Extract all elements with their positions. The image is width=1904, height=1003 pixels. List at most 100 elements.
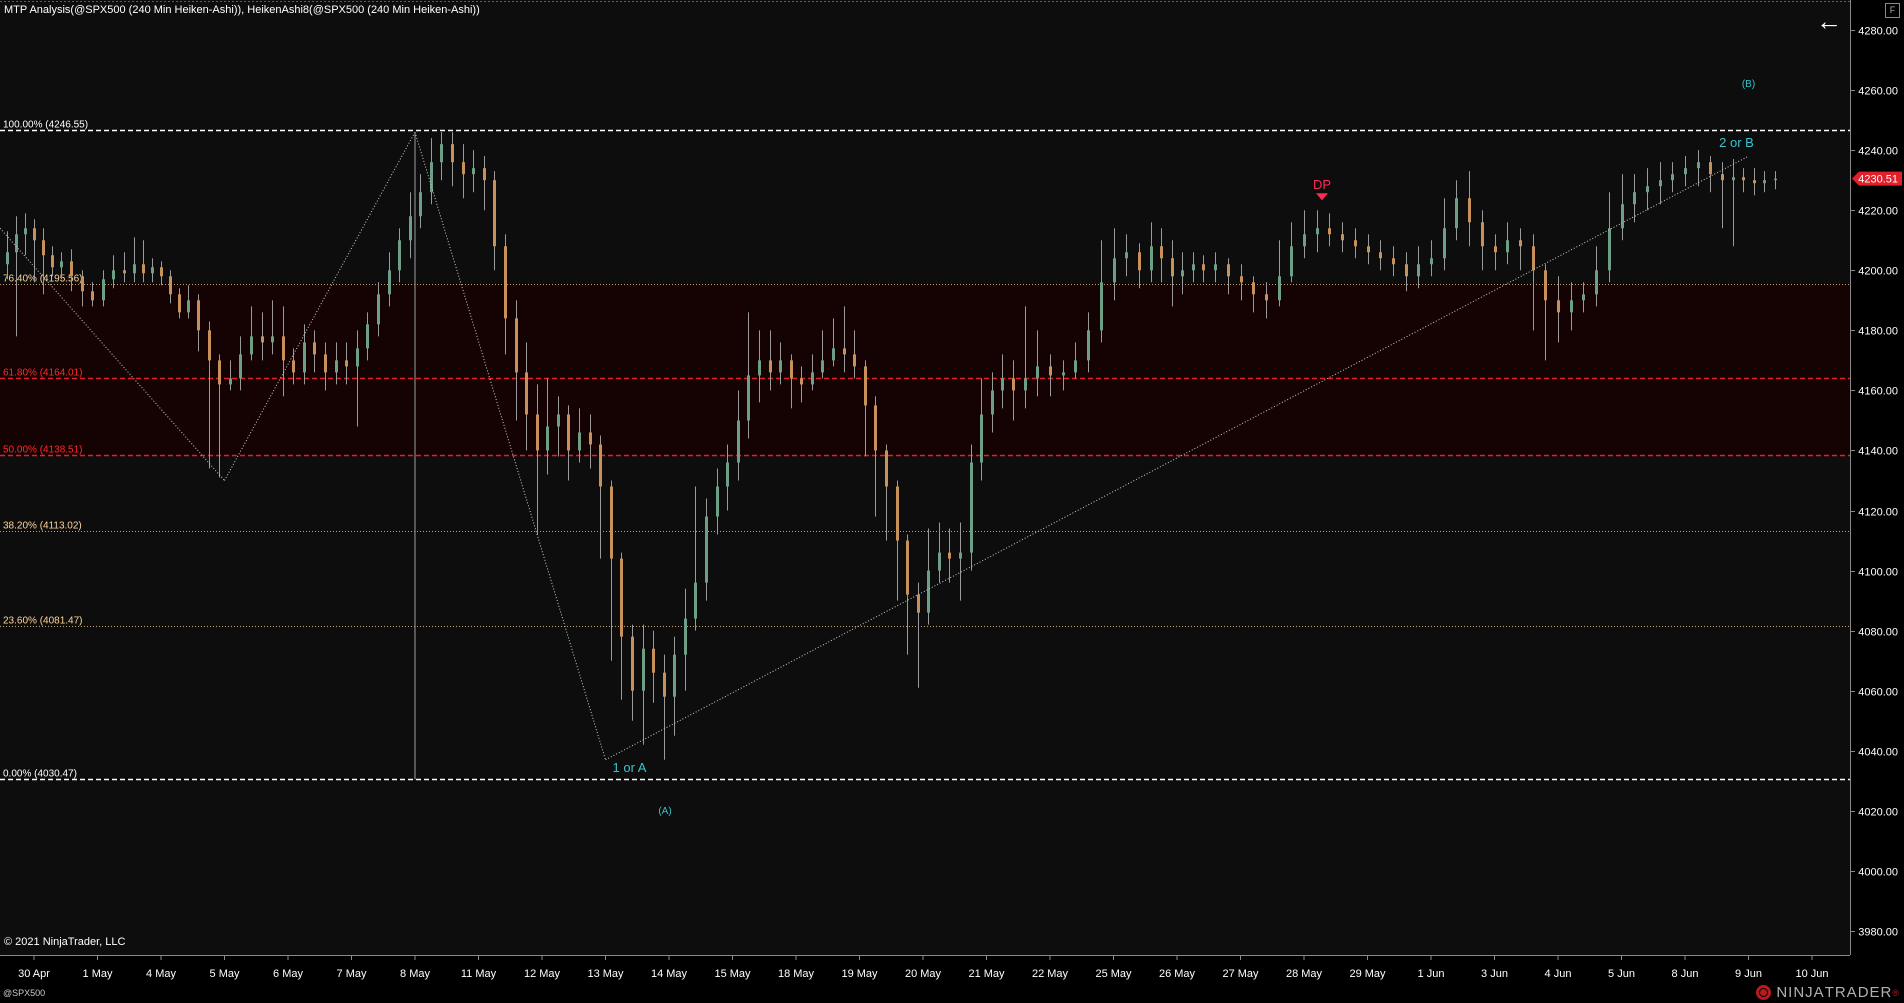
candle-body-45 [462, 162, 465, 175]
candle-body-49 [504, 246, 507, 319]
candle-body-107 [1138, 252, 1141, 271]
y-tick-label-0: 3980.00 [1858, 927, 1898, 939]
candle-body-156 [1742, 177, 1745, 181]
candle-body-152 [1697, 162, 1700, 169]
candle-body-142 [1570, 300, 1573, 313]
candle-body-71 [737, 420, 740, 463]
candle-body-25 [250, 336, 253, 355]
candle-body-96 [1001, 378, 1004, 391]
candle-body-5 [51, 255, 54, 268]
candle-body-115 [1227, 264, 1230, 277]
candle-body-79 [821, 360, 824, 373]
candle-body-32 [324, 354, 327, 373]
copyright-text: © 2021 NinjaTrader, LLC [4, 936, 126, 948]
candle-body-125 [1354, 240, 1357, 247]
candle-body-122 [1316, 228, 1319, 235]
candle-body-62 [642, 648, 645, 691]
candle-body-116 [1240, 276, 1243, 283]
candle-body-48 [493, 180, 496, 247]
x-tick-label-0: 30 Apr [18, 968, 50, 980]
x-tick-label-2: 4 May [146, 968, 176, 980]
candle-body-29 [292, 360, 295, 373]
candle-body-14 [142, 264, 145, 274]
candle-body-99 [1036, 366, 1039, 379]
candle-body-128 [1392, 258, 1395, 265]
candle-body-80 [832, 348, 835, 361]
candle-body-141 [1557, 300, 1560, 313]
candle-body-19 [187, 300, 190, 313]
candle-body-24 [239, 354, 242, 379]
candle-body-31 [313, 342, 316, 355]
candle-body-82 [853, 354, 856, 367]
candle-body-124 [1341, 234, 1344, 241]
annotation-0: (B) [1742, 79, 1755, 90]
candle-body-28 [282, 336, 285, 361]
x-tick-label-24: 4 Jun [1545, 968, 1572, 980]
plot-area[interactable] [0, 0, 1850, 955]
candle-body-38 [388, 270, 391, 295]
candle-body-123 [1328, 228, 1331, 235]
candle-body-106 [1125, 252, 1128, 259]
candle-body-63 [652, 648, 655, 673]
candle-body-41 [419, 192, 422, 217]
candle-body-8 [81, 276, 84, 292]
candle-body-75 [779, 360, 782, 373]
chart-menu-button[interactable]: F [1885, 3, 1900, 18]
candle-body-121 [1303, 234, 1306, 247]
x-tick-label-25: 5 Jun [1608, 968, 1635, 980]
x-tick-label-5: 7 May [337, 968, 367, 980]
candle-body-104 [1100, 282, 1103, 331]
candle-body-155 [1732, 177, 1735, 181]
y-tick-label-10: 4180.00 [1858, 326, 1898, 338]
y-tick-label-6: 4100.00 [1858, 567, 1898, 579]
candle-body-78 [811, 372, 814, 385]
y-tick-label-11: 4200.00 [1858, 266, 1898, 278]
y-tick-label-7: 4120.00 [1858, 507, 1898, 519]
candle-body-119 [1278, 276, 1281, 301]
candle-body-92 [959, 552, 962, 559]
candle-body-3 [33, 228, 36, 241]
candle-body-33 [335, 360, 338, 373]
candle-body-21 [208, 330, 211, 361]
candle-body-145 [1608, 228, 1611, 271]
candle-body-139 [1532, 246, 1535, 271]
candle-body-16 [160, 267, 163, 277]
candle-body-120 [1290, 246, 1293, 277]
candle-body-58 [599, 444, 602, 487]
candle-body-39 [398, 240, 401, 271]
candle-body-118 [1265, 294, 1268, 301]
price-chart[interactable]: 100.00% (4246.55)76.40% (4195.56)61.80% … [0, 0, 1904, 1003]
candle-body-43 [440, 144, 443, 163]
candle-body-60 [620, 558, 623, 637]
candle-body-65 [673, 654, 676, 697]
x-tick-label-20: 28 May [1286, 968, 1323, 980]
left-arrow-icon[interactable]: ← [1816, 8, 1842, 34]
x-tick-label-7: 11 May [461, 968, 497, 980]
candle-body-36 [366, 324, 369, 349]
candle-body-84 [874, 405, 877, 451]
y-tick-label-13: 4240.00 [1858, 146, 1898, 158]
candle-body-47 [483, 168, 486, 181]
candle-body-110 [1171, 258, 1174, 277]
candle-body-130 [1417, 264, 1420, 277]
candle-body-89 [927, 570, 930, 613]
candle-body-91 [948, 552, 951, 559]
candle-body-67 [694, 582, 697, 619]
x-tick-label-13: 19 May [841, 968, 878, 980]
candle-body-66 [684, 618, 687, 655]
candle-body-143 [1582, 294, 1585, 301]
y-tick-label-3: 4040.00 [1858, 747, 1898, 759]
candle-body-74 [769, 360, 772, 373]
chart-title: MTP Analysis(@SPX500 (240 Min Heiken-Ash… [4, 4, 480, 16]
annotation-3: 1 or A [613, 760, 647, 775]
candle-body-30 [303, 342, 306, 373]
x-tick-label-3: 5 May [210, 968, 240, 980]
x-tick-label-15: 21 May [968, 968, 1005, 980]
candle-body-140 [1544, 270, 1547, 301]
candle-body-11 [112, 270, 115, 280]
candle-body-61 [631, 636, 634, 691]
fib-label-2: 61.80% (4164.01) [3, 368, 83, 379]
candle-body-35 [356, 348, 359, 367]
candle-body-112 [1192, 264, 1195, 271]
candle-body-133 [1455, 198, 1458, 229]
